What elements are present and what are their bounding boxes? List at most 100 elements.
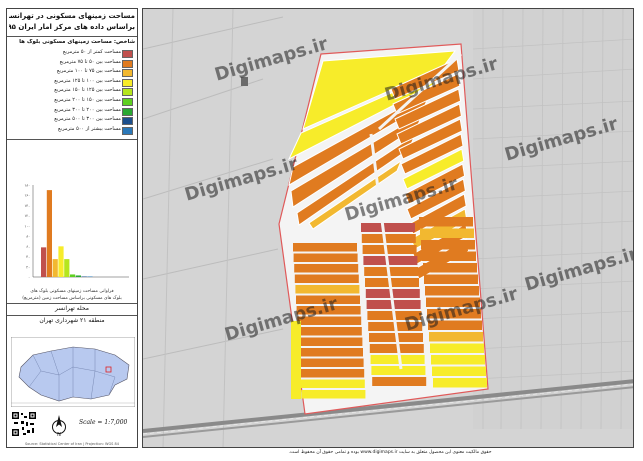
y-tick-label: ۶۰ [26, 245, 30, 249]
area-title: محله تهرانسر [55, 305, 89, 312]
histogram-bar [64, 259, 70, 277]
y-tick-label: ۱۶۰ [24, 194, 30, 198]
parcel-block [430, 343, 484, 353]
y-tick-label: ۱۸۰ [24, 184, 30, 188]
scale-text: Scale = 1:7,000 [79, 419, 128, 426]
legend-item: مساحت بین ۷۵ تا ۱۰۰ مترمربع [11, 68, 135, 78]
legend-item: مساحت بین ۱۲۵ تا ۱۵۰ مترمربع [11, 87, 135, 97]
north-arrow-icon: N [52, 415, 66, 437]
parcel-block [420, 228, 474, 238]
legend-label: مساحت بین ۱۵۰ تا ۲۰۰ مترمربع [54, 97, 121, 103]
parcel-block [370, 355, 425, 364]
legend-swatch [122, 69, 133, 78]
y-tick-label: ۱۴۰ [24, 204, 30, 208]
parcel-block [433, 378, 487, 388]
parcel-block [421, 240, 475, 250]
legend-label: مساحت بین ۱۰۰ تا ۱۲۵ مترمربع [54, 77, 121, 84]
legend-swatch [122, 117, 133, 126]
north-label: N [57, 432, 61, 437]
histogram-bar [81, 276, 87, 277]
parcel-block [365, 278, 419, 287]
y-tick-label: ۱۰۰ [24, 224, 30, 228]
legend-panel: مساحت زمینهای مسکونی در تهرانسر براساس د… [6, 8, 138, 448]
parcel-block [363, 256, 418, 265]
histogram-bar [46, 190, 52, 277]
histogram-bar [52, 259, 58, 277]
parcel-block [429, 332, 483, 342]
histogram-bar [87, 276, 93, 277]
histogram-bar [41, 247, 47, 277]
map-sheet: مساحت زمینهای مسکونی در تهرانسر براساس د… [0, 0, 643, 461]
chart-caption-1: فراوانی مساحت زمینهای مسکونی بلوک های [30, 289, 114, 294]
histogram-bar [75, 275, 81, 277]
legend-item: مساحت بین ۳۰۰ تا ۵۰۰ مترمربع [11, 116, 135, 126]
legend-swatch [122, 59, 133, 68]
parcel-block [294, 274, 359, 283]
histogram-bar [70, 274, 76, 277]
locator-map [11, 337, 135, 407]
parcel-block [372, 377, 427, 386]
parcel-block [425, 286, 479, 296]
legend-item: مساحت کمتر از ۵۰ مترمربع [11, 49, 135, 58]
parcel-block [301, 390, 366, 399]
histogram-chart: ۰ ۲۰ ۴۰ ۶۰ ۸۰ ۱۰۰ ۱۲۰ ۱۴۰ ۱۶۰ ۱۸۰ [24, 184, 129, 280]
parcel-block [431, 355, 485, 365]
legend-swatch [122, 78, 133, 87]
parcel-block [293, 253, 358, 262]
parcel-block [300, 369, 365, 378]
map-title-line1: مساحت زمینهای مسکونی در تهرانسر [9, 12, 135, 20]
parcel-block [419, 217, 473, 227]
legend-label: مساحت بین ۱۲۵ تا ۱۵۰ مترمربع [54, 87, 121, 94]
legend-title: شاخص: مساحت زمینهای مسکونی بلوک ها [19, 39, 135, 45]
source-note: Source: Statistical Center of Iran | Pro… [25, 442, 119, 446]
copyright-text: حقوق مالکیت معنوی این محصول متعلق به سای… [288, 450, 492, 455]
parcel-block [291, 321, 301, 399]
legend-swatch [122, 88, 133, 97]
y-tick-label: ۲۰ [26, 265, 30, 269]
parcel-block [300, 379, 365, 388]
legend-label: مساحت بین ۵۰ تا ۷۵ مترمربع [59, 58, 121, 65]
parcel-block [297, 327, 362, 336]
parcel-block [371, 366, 426, 375]
legend-item: مساحت بیشتر از ۵۰۰ مترمربع [11, 126, 135, 135]
divider [7, 303, 137, 304]
qr-code-icon [11, 411, 37, 437]
parcel-block [294, 264, 359, 273]
legend-item: مساحت بین ۱۵۰ تا ۲۰۰ مترمربع [11, 97, 135, 106]
y-tick-label: ۰ [28, 276, 30, 280]
legend-item: مساحت بین ۵۰ تا ۷۵ مترمربع [11, 59, 135, 68]
region-title: منطقه ۲۱ شهرداری تهران [39, 317, 105, 324]
legend-swatch [122, 98, 133, 106]
map-frame[interactable]: Digimaps.ir Digimaps.ir Digimaps.ir Digi… [142, 8, 634, 448]
legend-label: مساحت بین ۷۵ تا ۱۰۰ مترمربع [56, 68, 121, 75]
legend-item: مساحت بین ۲۰۰ تا ۳۰۰ مترمربع [11, 107, 135, 116]
histogram-bar [58, 246, 64, 277]
legend-label: مساحت بین ۲۰۰ تا ۳۰۰ مترمربع [54, 106, 121, 113]
legend-label: مساحت بین ۳۰۰ تا ۵۰۰ مترمربع [54, 116, 121, 123]
divider [7, 315, 137, 316]
divider [7, 139, 137, 140]
legend-label: مساحت کمتر از ۵۰ مترمربع [62, 49, 121, 55]
parcel-block [361, 223, 415, 232]
legend-swatch [122, 50, 133, 58]
parcel-block [293, 243, 357, 252]
y-tick-label: ۸۰ [26, 235, 30, 239]
parcel-block [299, 348, 363, 357]
legend-label: مساحت بیشتر از ۵۰۰ مترمربع [58, 125, 121, 132]
legend-item: مساحت بین ۱۰۰ تا ۱۲۵ مترمربع [11, 78, 135, 87]
divider [7, 36, 137, 37]
chart-caption-2: بلوک های مسکونی براساس مساحت زمین (مترمر… [22, 296, 122, 301]
parcel-block [361, 234, 416, 243]
parcel-block [295, 285, 360, 294]
y-tick-label: ۱۲۰ [24, 214, 30, 218]
parcel-block [362, 245, 417, 254]
parcel-block [423, 263, 477, 273]
parcel-block [299, 358, 364, 367]
parcel-block [424, 274, 478, 284]
parcel-block [298, 337, 363, 346]
parcel-block [432, 366, 486, 376]
parcel-block [364, 267, 419, 276]
y-tick-label: ۴۰ [26, 255, 30, 259]
parcel-block [422, 251, 476, 261]
map-title-line2: براساس داده های مرکز آمار ایران ۱۳۹۵ [9, 23, 135, 31]
